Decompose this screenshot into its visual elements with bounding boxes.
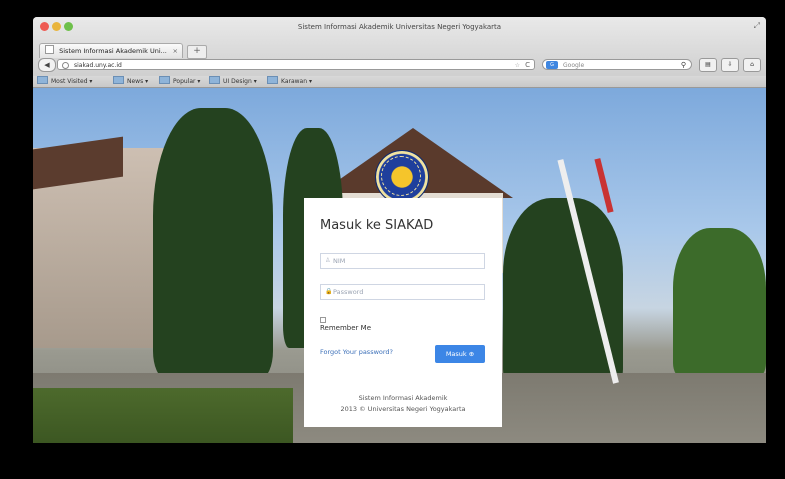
browser-tab[interactable]: Sistem Informasi Akademik Uni... × bbox=[39, 43, 183, 58]
footer-system-name: Sistem Informasi Akademik bbox=[358, 394, 448, 402]
background-tree bbox=[673, 228, 766, 378]
titlebar: Sistem Informasi Akademik Universitas Ne… bbox=[33, 17, 766, 77]
bookmarks-menu-button[interactable]: ▤ bbox=[699, 58, 717, 72]
navigation-bar: ◀ siakad.uny.ac.id ☆ C G Google ⚲ ▤ ⇩ ⌂ bbox=[33, 58, 766, 72]
bookmarks-toolbar: Most Visited ▾ News ▾ Popular ▾ UI Desig… bbox=[33, 76, 766, 88]
search-placeholder: Google bbox=[563, 62, 585, 69]
reload-icon[interactable]: C bbox=[525, 60, 530, 71]
nim-placeholder: NIM bbox=[333, 257, 346, 265]
login-card: Masuk ke SIAKAD ♙ NIM 🔒 Password Remembe… bbox=[304, 198, 502, 427]
forgot-password-link[interactable]: Forgot Your password? bbox=[320, 348, 393, 356]
background-tree bbox=[503, 198, 623, 388]
folder-icon bbox=[267, 76, 278, 84]
new-tab-button[interactable]: + bbox=[187, 45, 207, 59]
password-input[interactable]: 🔒 Password bbox=[320, 284, 485, 300]
background-flag bbox=[594, 158, 614, 213]
search-engine-icon[interactable]: G bbox=[546, 61, 558, 69]
folder-icon bbox=[37, 76, 48, 84]
background-tree bbox=[153, 108, 273, 378]
home-button[interactable]: ⌂ bbox=[743, 58, 761, 72]
bookmark-star-icon[interactable]: ☆ bbox=[515, 60, 520, 71]
folder-icon bbox=[113, 76, 124, 84]
footer-copyright: 2013 © Universitas Negeri Yogyakarta bbox=[340, 405, 466, 413]
url-input[interactable]: siakad.uny.ac.id ☆ C bbox=[57, 59, 535, 70]
university-logo bbox=[375, 150, 429, 204]
globe-icon bbox=[62, 62, 69, 69]
password-placeholder: Password bbox=[333, 288, 364, 296]
background-lawn bbox=[33, 388, 293, 443]
window-title: Sistem Informasi Akademik Universitas Ne… bbox=[297, 23, 502, 31]
bookmark-most-visited[interactable]: Most Visited ▾ bbox=[37, 76, 92, 87]
lock-icon: 🔒 bbox=[325, 288, 333, 295]
browser-window: Sistem Informasi Akademik Universitas Ne… bbox=[33, 17, 766, 443]
folder-icon bbox=[209, 76, 220, 84]
search-icon[interactable]: ⚲ bbox=[681, 60, 686, 71]
fullscreen-icon[interactable]: ⤢ bbox=[754, 21, 760, 31]
bookmark-news[interactable]: News ▾ bbox=[113, 76, 148, 87]
nim-input[interactable]: ♙ NIM bbox=[320, 253, 485, 269]
bookmark-popular[interactable]: Popular ▾ bbox=[159, 76, 200, 87]
remember-checkbox[interactable] bbox=[320, 317, 326, 323]
url-text: siakad.uny.ac.id bbox=[74, 62, 122, 69]
tab-close-icon[interactable]: × bbox=[173, 44, 178, 58]
favicon-icon bbox=[45, 45, 54, 54]
login-title: Masuk ke SIAKAD bbox=[320, 218, 434, 233]
folder-icon bbox=[159, 76, 170, 84]
back-button[interactable]: ◀ bbox=[38, 58, 56, 72]
tab-label: Sistem Informasi Akademik Uni... bbox=[59, 47, 167, 55]
search-input[interactable]: G Google ⚲ bbox=[542, 59, 692, 70]
user-icon: ♙ bbox=[325, 257, 331, 264]
login-button[interactable]: Masuk ⊕ bbox=[435, 345, 485, 363]
remember-label: Remember Me bbox=[320, 324, 371, 332]
bookmark-karawan[interactable]: Karawan ▾ bbox=[267, 76, 312, 87]
bookmark-ui-design[interactable]: UI Design ▾ bbox=[209, 76, 257, 87]
downloads-button[interactable]: ⇩ bbox=[721, 58, 739, 72]
page-content: Masuk ke SIAKAD ♙ NIM 🔒 Password Remembe… bbox=[33, 88, 766, 443]
